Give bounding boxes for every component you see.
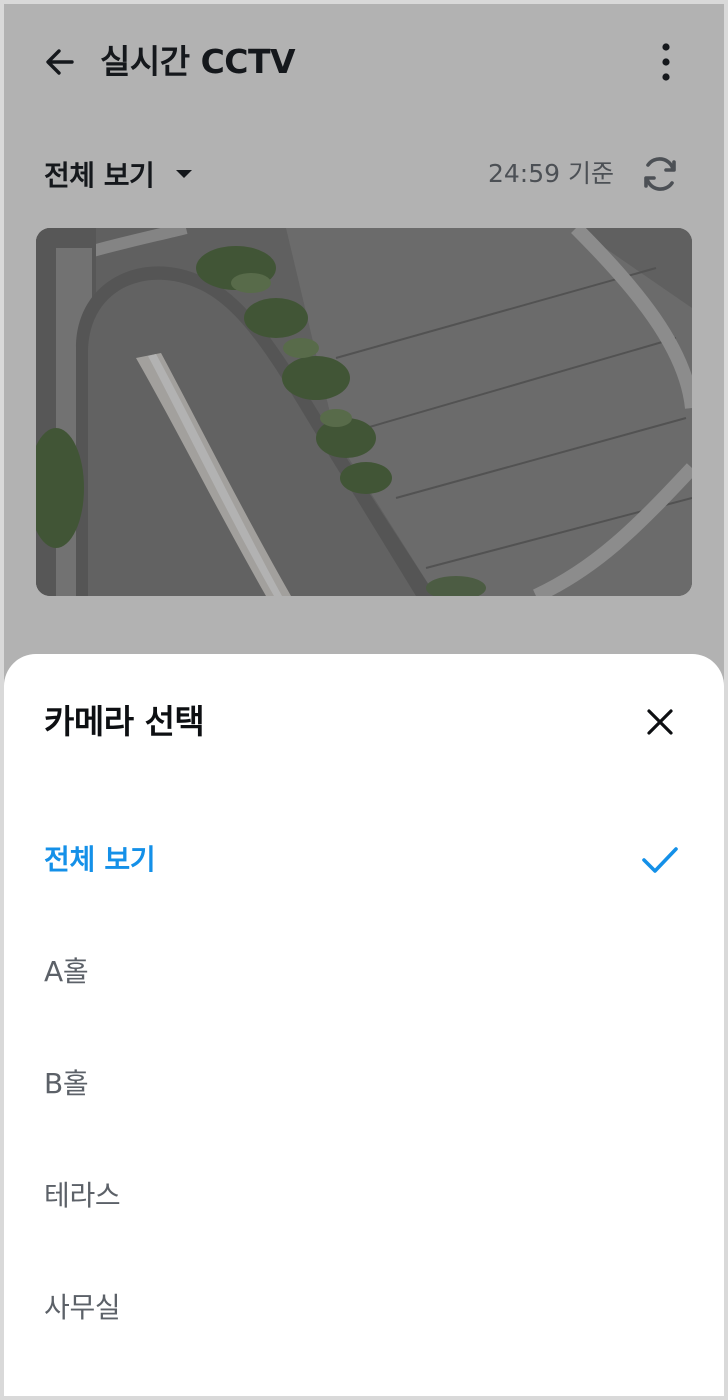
camera-option-office[interactable]: 사무실	[4, 1252, 724, 1364]
close-button[interactable]	[636, 698, 684, 746]
option-label: A홀	[44, 955, 89, 988]
sheet-title: 카메라 선택	[44, 702, 205, 741]
camera-option-all[interactable]: 전체 보기	[4, 804, 724, 916]
camera-option-b-hall[interactable]: B홀	[4, 1028, 724, 1140]
close-icon	[647, 709, 673, 735]
option-label: B홀	[44, 1067, 89, 1100]
option-label: 테라스	[44, 1179, 121, 1212]
camera-option-a-hall[interactable]: A홀	[4, 916, 724, 1028]
camera-option-list: 전체 보기 A홀 B홀 테라스 사무실	[4, 804, 724, 1364]
camera-select-sheet: 카메라 선택 전체 보기 A홀 B홀 테라스 사무실	[4, 654, 724, 1396]
camera-option-terrace[interactable]: 테라스	[4, 1140, 724, 1252]
option-label: 사무실	[44, 1291, 121, 1324]
phone-screen: 실시간 CCTV 전체 보기 24:59 기준 카메라 선택 전체 보기 A홀 …	[4, 4, 724, 1396]
option-label: 전체 보기	[44, 843, 156, 876]
checkmark-icon	[636, 838, 684, 882]
